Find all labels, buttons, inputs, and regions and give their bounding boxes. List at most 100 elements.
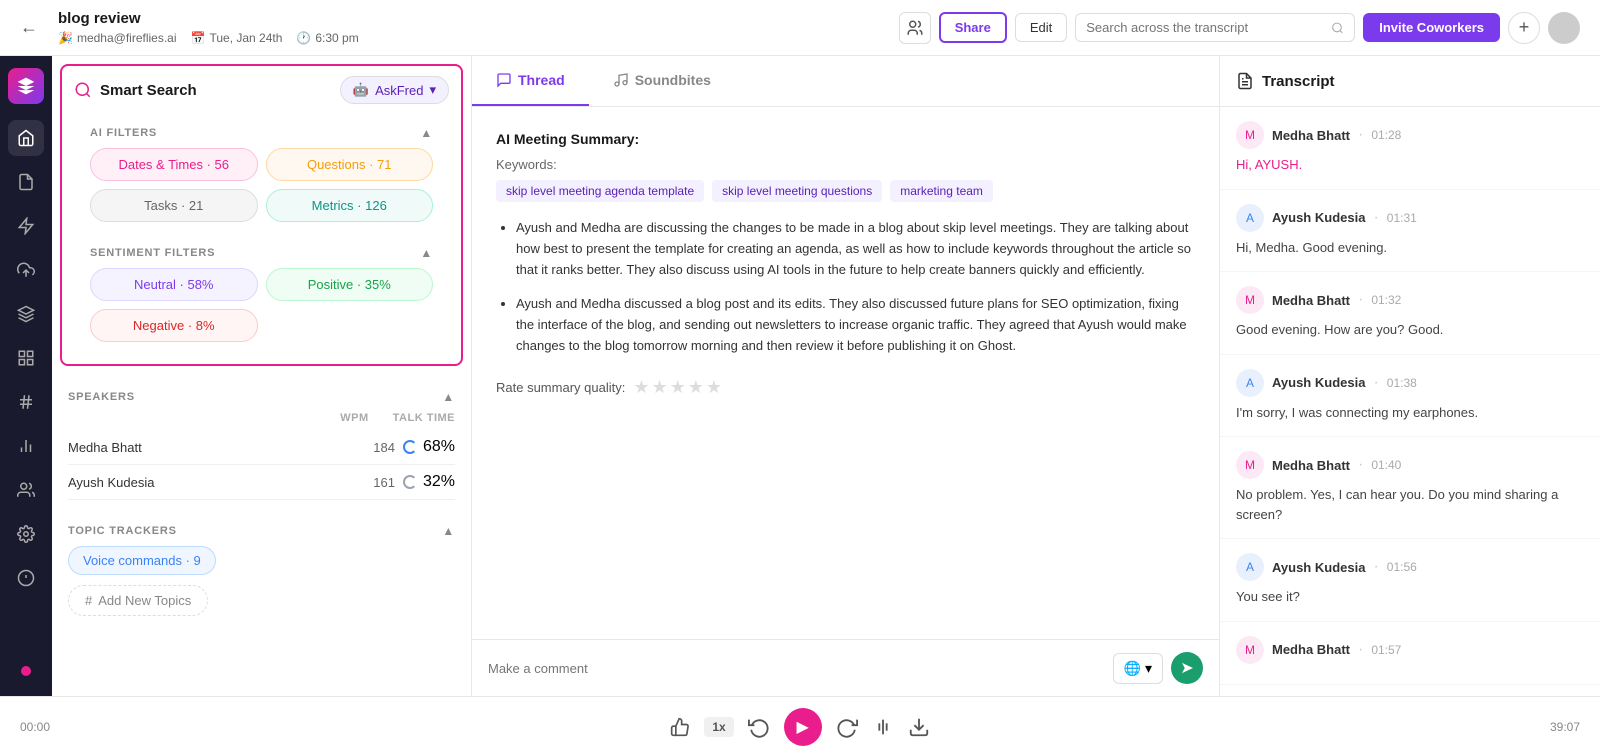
entry-meta-6: A Ayush Kudesia · 01:56: [1236, 553, 1584, 581]
filter-positive[interactable]: Positive · 35%: [266, 268, 434, 301]
sidebar-item-chart[interactable]: [8, 428, 44, 464]
entry-text-4: I'm sorry, I was connecting my earphones…: [1236, 403, 1584, 423]
smart-search-title: Smart Search: [74, 81, 197, 99]
speaker-talk-medha: 68%: [395, 438, 455, 456]
filter-dates-times[interactable]: Dates & Times · 56: [90, 148, 258, 181]
askfred-button[interactable]: 🤖 AskFred ▾: [340, 76, 449, 104]
entry-time-3: 01:32: [1371, 293, 1401, 307]
meta-time: 🕐 6:30 pm: [296, 31, 358, 45]
sidebar-item-layers[interactable]: [8, 296, 44, 332]
like-button[interactable]: [670, 717, 690, 737]
meta-user: 🎉 medha@fireflies.ai: [58, 31, 177, 45]
transcript-header: Transcript: [1220, 56, 1600, 107]
player-bar: 00:00 1x ▶ 39:07: [0, 696, 1600, 756]
sidebar-item-docs[interactable]: [8, 164, 44, 200]
comment-input[interactable]: [488, 661, 1103, 676]
stars-rating[interactable]: ★★★★★: [633, 377, 724, 398]
transcript-search[interactable]: [1075, 13, 1355, 42]
entry-meta-1: M Medha Bhatt · 01:28: [1236, 121, 1584, 149]
chevron-down-icon: ▾: [429, 82, 436, 98]
back-button[interactable]: ←: [20, 17, 38, 38]
ai-filters-chevron[interactable]: ▲: [420, 126, 433, 140]
sidebar-item-info[interactable]: [8, 560, 44, 596]
speed-badge[interactable]: 1x: [704, 717, 733, 737]
transcript-entry-4: A Ayush Kudesia · 01:38 I'm sorry, I was…: [1220, 355, 1600, 438]
entry-name-4: Ayush Kudesia: [1272, 375, 1365, 390]
smart-search-panel: Smart Search 🤖 AskFred ▾ AI FILTERS ▲ Da…: [52, 56, 472, 696]
comment-bar: 🌐 ▾ ➤: [472, 639, 1219, 696]
comment-actions: 🌐 ▾ ➤: [1113, 652, 1203, 684]
speaker-row-medha: Medha Bhatt 184 68%: [68, 430, 455, 465]
sidebar-item-grid[interactable]: [8, 340, 44, 376]
entry-time-7: 01:57: [1371, 643, 1401, 657]
filter-negative[interactable]: Negative · 8%: [90, 309, 258, 342]
filter-tasks[interactable]: Tasks · 21: [90, 189, 258, 222]
summary-bullet-2: Ayush and Medha discussed a blog post an…: [516, 294, 1195, 356]
sentiment-filters-grid: Neutral · 58% Positive · 35% Negative · …: [74, 268, 449, 354]
entry-name-7: Medha Bhatt: [1272, 642, 1350, 657]
download-button[interactable]: [908, 716, 930, 738]
transcript-entry-6: A Ayush Kudesia · 01:56 You see it?: [1220, 539, 1600, 622]
entry-meta-4: A Ayush Kudesia · 01:38: [1236, 369, 1584, 397]
avatar-ayush-4: A: [1236, 369, 1264, 397]
sidebar-item-lightning[interactable]: [8, 208, 44, 244]
tabs-row: Thread Soundbites: [472, 56, 1219, 107]
sidebar-item-upload[interactable]: [8, 252, 44, 288]
waveform-button[interactable]: [872, 716, 894, 738]
entry-name-3: Medha Bhatt: [1272, 293, 1350, 308]
add-button[interactable]: +: [1508, 12, 1540, 44]
filter-neutral[interactable]: Neutral · 58%: [90, 268, 258, 301]
speaker-row-ayush: Ayush Kudesia 161 32%: [68, 465, 455, 500]
filter-metrics[interactable]: Metrics · 126: [266, 189, 434, 222]
send-button[interactable]: ➤: [1171, 652, 1203, 684]
topic-trackers-chevron[interactable]: ▲: [442, 524, 455, 538]
ai-filters-section-title: AI FILTERS ▲: [74, 114, 449, 148]
sentiment-chevron[interactable]: ▲: [420, 246, 433, 260]
entry-time-5: 01:40: [1371, 458, 1401, 472]
transcript-entry-3: M Medha Bhatt · 01:32 Good evening. How …: [1220, 272, 1600, 355]
coworkers-button[interactable]: [899, 12, 931, 44]
topic-trackers-section: Voice commands · 9 # Add New Topics: [52, 546, 471, 632]
globe-button[interactable]: 🌐 ▾: [1113, 653, 1163, 684]
speakers-chevron[interactable]: ▲: [442, 390, 455, 404]
filter-questions[interactable]: Questions · 71: [266, 148, 434, 181]
entry-name-2: Ayush Kudesia: [1272, 210, 1365, 225]
entry-time-1: 01:28: [1371, 128, 1401, 142]
sidebar-item-settings[interactable]: [8, 516, 44, 552]
sidebar-item-home[interactable]: [8, 120, 44, 156]
rate-label: Rate summary quality:: [496, 380, 625, 395]
transcript-entry-2: A Ayush Kudesia · 01:31 Hi, Medha. Good …: [1220, 190, 1600, 273]
topbar: ← blog review 🎉 medha@fireflies.ai 📅 Tue…: [0, 0, 1600, 56]
invite-button[interactable]: Invite Coworkers: [1363, 13, 1500, 42]
search-input[interactable]: [1086, 20, 1325, 35]
tab-thread[interactable]: Thread: [472, 56, 589, 106]
main-layout: Smart Search 🤖 AskFred ▾ AI FILTERS ▲ Da…: [0, 56, 1600, 696]
entry-time-6: 01:56: [1387, 560, 1417, 574]
avatar: [1548, 12, 1580, 44]
sidebar-item-hash[interactable]: [8, 384, 44, 420]
ai-filters-grid: Dates & Times · 56 Questions · 71 Tasks …: [74, 148, 449, 234]
entry-text-3: Good evening. How are you? Good.: [1236, 320, 1584, 340]
speakers-section-title: SPEAKERS ▲: [52, 374, 471, 412]
share-button[interactable]: Share: [939, 12, 1007, 43]
rewind-button[interactable]: [748, 716, 770, 738]
entry-name-6: Ayush Kudesia: [1272, 560, 1365, 575]
edit-button[interactable]: Edit: [1015, 13, 1067, 42]
entry-meta-7: M Medha Bhatt · 01:57: [1236, 636, 1584, 664]
keyword-tag-2: skip level meeting questions: [712, 180, 882, 202]
calendar-icon: 📅: [191, 31, 206, 45]
tab-soundbites[interactable]: Soundbites: [589, 56, 735, 106]
entry-text-5: No problem. Yes, I can hear you. Do you …: [1236, 485, 1584, 524]
avatar-ayush-6: A: [1236, 553, 1264, 581]
forward-button[interactable]: [836, 716, 858, 738]
play-button[interactable]: ▶: [784, 708, 822, 746]
notification-dot: [21, 666, 31, 676]
smart-search-box: Smart Search 🤖 AskFred ▾ AI FILTERS ▲ Da…: [60, 64, 463, 366]
speaker-name-ayush: Ayush Kudesia: [68, 475, 355, 490]
thread-content: AI Meeting Summary: Keywords: skip level…: [472, 107, 1219, 639]
sidebar-item-users[interactable]: [8, 472, 44, 508]
add-topics-button[interactable]: # Add New Topics: [68, 585, 208, 616]
transcript-entry-1: M Medha Bhatt · 01:28 Hi, AYUSH.: [1220, 107, 1600, 190]
transcript-panel: Transcript M Medha Bhatt · 01:28 Hi, AYU…: [1220, 56, 1600, 696]
topic-pill-voice[interactable]: Voice commands · 9: [68, 546, 216, 575]
